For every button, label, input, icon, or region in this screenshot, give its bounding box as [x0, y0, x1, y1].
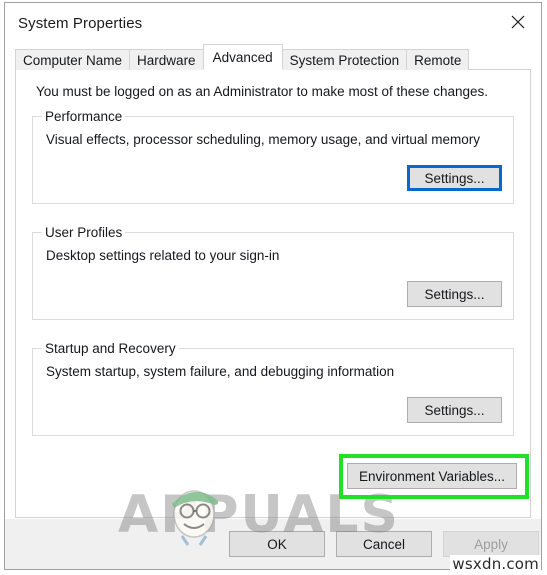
- window-title: System Properties: [18, 14, 143, 32]
- startup-recovery-description: System startup, system failure, and debu…: [46, 364, 395, 379]
- user-profiles-group-label: User Profiles: [42, 225, 126, 240]
- tab-strip: Computer Name Hardware Advanced System P…: [5, 43, 541, 70]
- user-profiles-description: Desktop settings related to your sign-in: [46, 248, 280, 263]
- admin-notice-text: You must be logged on as an Administrato…: [36, 84, 489, 99]
- wsxdn-watermark: wsxdn.com: [450, 555, 541, 573]
- performance-group: Performance Visual effects, processor sc…: [32, 109, 514, 204]
- user-profiles-settings-button[interactable]: Settings...: [407, 281, 502, 307]
- startup-recovery-settings-button[interactable]: Settings...: [407, 397, 502, 423]
- tab-system-protection[interactable]: System Protection: [281, 49, 408, 70]
- cancel-button[interactable]: Cancel: [336, 531, 432, 557]
- apply-button: Apply: [443, 531, 539, 557]
- close-icon[interactable]: [495, 3, 541, 41]
- tab-hardware[interactable]: Hardware: [129, 49, 204, 70]
- environment-variables-button[interactable]: Environment Variables...: [347, 463, 517, 489]
- startup-recovery-group: Startup and Recovery System startup, sys…: [32, 341, 514, 436]
- advanced-tab-panel: You must be logged on as an Administrato…: [15, 69, 531, 518]
- performance-settings-button[interactable]: Settings...: [407, 165, 502, 191]
- tab-remote[interactable]: Remote: [406, 49, 470, 70]
- performance-description: Visual effects, processor scheduling, me…: [46, 132, 480, 147]
- user-profiles-group: User Profiles Desktop settings related t…: [32, 225, 514, 320]
- tab-computer-name[interactable]: Computer Name: [15, 49, 131, 70]
- startup-recovery-group-label: Startup and Recovery: [42, 341, 179, 356]
- ok-button[interactable]: OK: [229, 531, 325, 557]
- tab-advanced[interactable]: Advanced: [202, 44, 283, 70]
- title-bar: System Properties: [5, 3, 541, 43]
- performance-group-label: Performance: [42, 109, 126, 124]
